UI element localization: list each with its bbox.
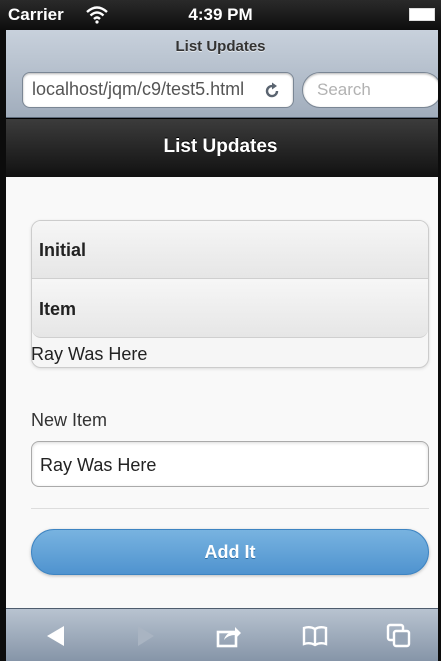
battery-icon (409, 8, 435, 21)
browser-title: List Updates (175, 38, 266, 55)
forward-icon[interactable] (132, 623, 158, 649)
divider (31, 508, 429, 509)
browser-toolbar (0, 608, 441, 661)
device-frame-left (0, 30, 6, 661)
status-bar: Carrier 4:39 PM (0, 0, 441, 30)
appended-item-text: Ray Was Here (31, 344, 148, 364)
back-icon[interactable] (44, 623, 70, 649)
new-item-input[interactable]: Ray Was Here (31, 441, 429, 487)
clock: 4:39 PM (188, 5, 253, 24)
search-input[interactable]: Search (302, 72, 441, 108)
url-field[interactable]: localhost/jqm/c9/test5.html (22, 72, 294, 108)
tabs-icon[interactable] (386, 623, 412, 649)
reload-icon[interactable] (262, 81, 282, 101)
page-content: Initial Item Ray Was Here New Item Ray W… (0, 177, 441, 608)
list-item[interactable]: Item (32, 280, 428, 338)
page-header: List Updates (0, 119, 441, 177)
new-item-label: New Item (31, 410, 108, 430)
bookmarks-icon[interactable] (302, 623, 328, 649)
list-item[interactable]: Initial (32, 221, 428, 279)
add-it-button[interactable]: Add It (31, 529, 429, 575)
url-text: localhost/jqm/c9/test5.html (32, 79, 245, 99)
browser-chrome: List Updates localhost/jqm/c9/test5.html… (0, 30, 441, 118)
share-icon[interactable] (216, 623, 242, 649)
